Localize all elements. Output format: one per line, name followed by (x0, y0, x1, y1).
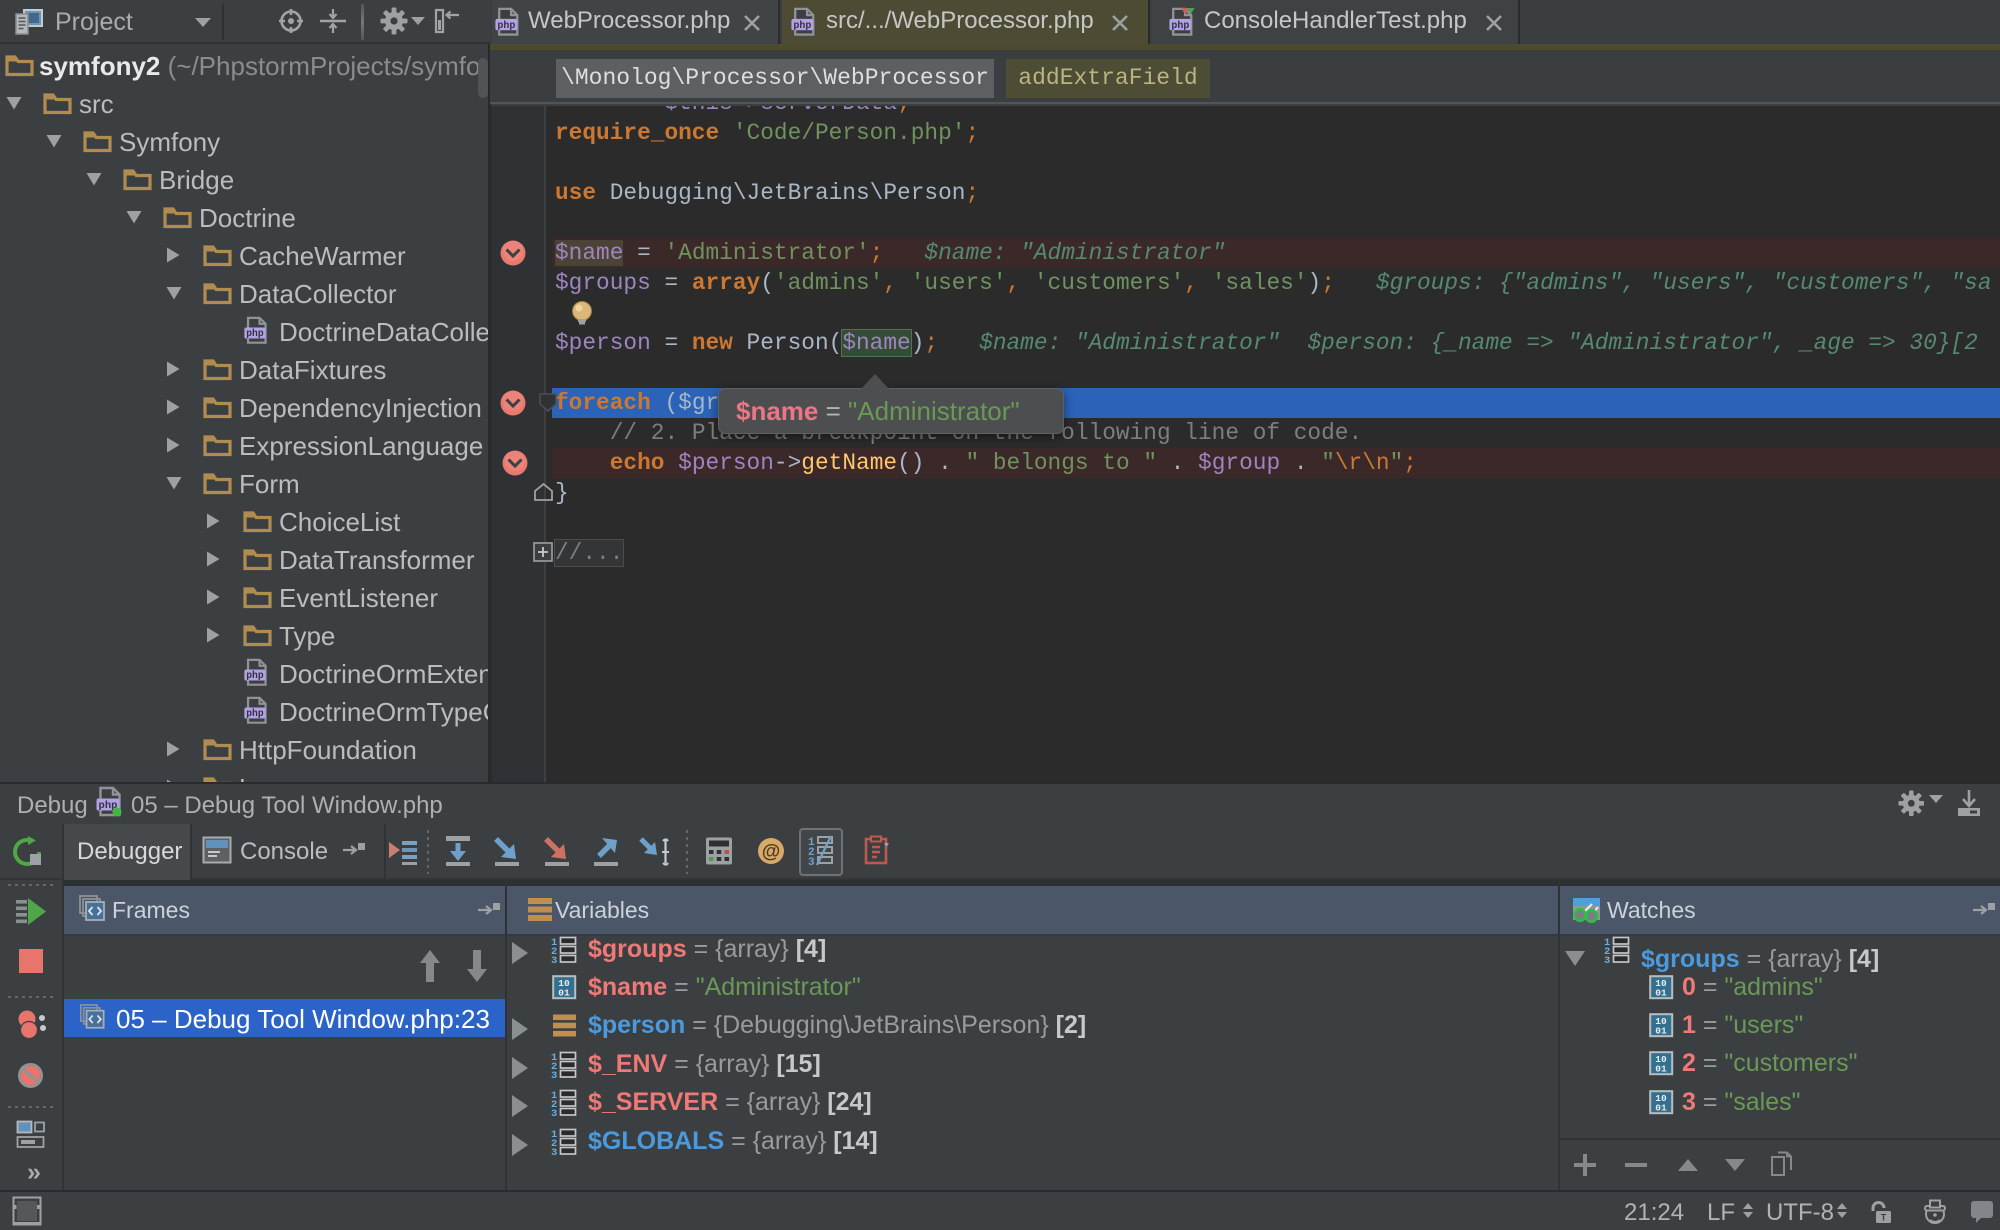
svg-text:php: php (497, 20, 515, 31)
svg-text:php: php (793, 20, 811, 31)
svg-text:php: php (1171, 20, 1189, 31)
svg-text:php: php (246, 670, 264, 681)
svg-text:3: 3 (551, 1147, 557, 1157)
svg-text:3: 3 (808, 857, 815, 867)
svg-text:01: 01 (1655, 1103, 1667, 1114)
svg-text:3: 3 (551, 1108, 557, 1118)
svg-text:3: 3 (551, 1070, 557, 1080)
svg-text:php: php (246, 708, 264, 719)
svg-text:01: 01 (1655, 1064, 1667, 1075)
svg-text:01: 01 (558, 988, 570, 999)
svg-text:01: 01 (1655, 1026, 1667, 1037)
svg-text:@: @ (762, 842, 781, 863)
svg-text:php: php (246, 328, 264, 339)
svg-text:01: 01 (1655, 988, 1667, 999)
svg-text:T: T (1881, 1213, 1887, 1223)
svg-text:3: 3 (1604, 955, 1610, 965)
svg-text:3: 3 (551, 955, 557, 965)
